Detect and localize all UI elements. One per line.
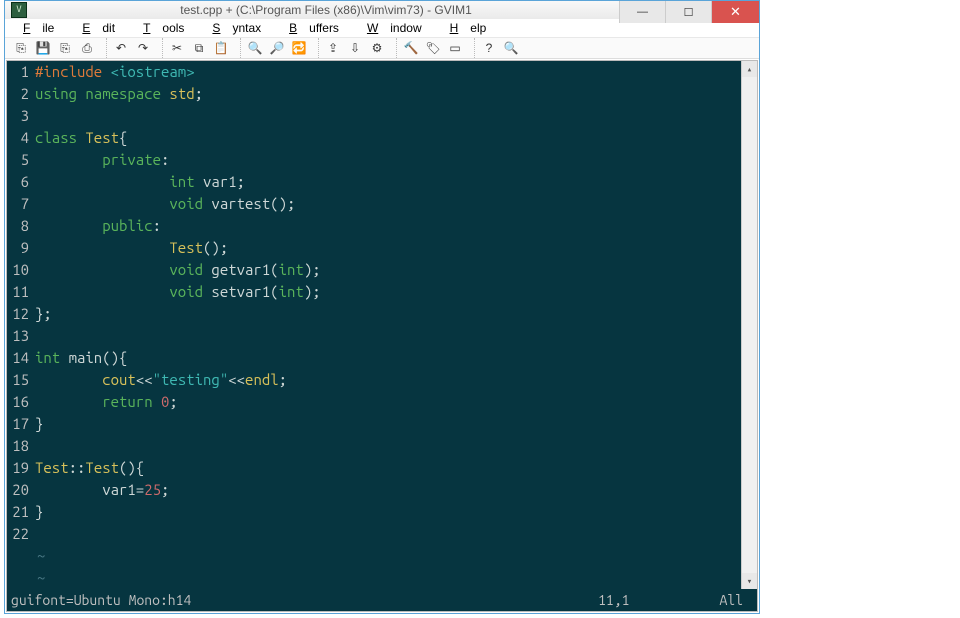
paste-icon[interactable]: 📋	[211, 38, 231, 58]
open-icon[interactable]: ⎘	[11, 38, 31, 58]
findhelp-icon[interactable]: 🔍	[501, 38, 521, 58]
toolbar-sep	[235, 38, 241, 58]
toolbar-sep	[101, 38, 107, 58]
copy-icon[interactable]: ⧉	[189, 38, 209, 58]
code-line[interactable]: private:	[35, 149, 741, 171]
maximize-button[interactable]: ☐	[665, 1, 711, 23]
code-line[interactable]: void vartest();	[35, 193, 741, 215]
menu-window[interactable]: Window	[355, 19, 434, 37]
window-controls: — ☐ ✕	[619, 1, 759, 23]
code-line[interactable]: class Test{	[35, 127, 741, 149]
code-line[interactable]: Test();	[35, 237, 741, 259]
toolbar-sep	[469, 38, 475, 58]
code-line[interactable]	[35, 435, 741, 457]
line-number: 12	[7, 303, 29, 325]
code-line[interactable]: Test::Test(){	[35, 457, 741, 479]
code-line[interactable]	[35, 325, 741, 347]
menu-tools[interactable]: Tools	[131, 19, 196, 37]
make-icon[interactable]: 🔨	[401, 38, 421, 58]
script-icon[interactable]: ⚙	[367, 38, 387, 58]
code-line[interactable]	[35, 523, 741, 545]
code-line[interactable]: return 0;	[35, 391, 741, 413]
line-number: 1	[7, 61, 29, 83]
line-number: 21	[7, 501, 29, 523]
status-position: 11,1	[598, 592, 719, 608]
scroll-down-icon[interactable]: ▾	[742, 573, 757, 589]
code-line[interactable]: int main(){	[35, 347, 741, 369]
code-line[interactable]	[35, 105, 741, 127]
code-line[interactable]: var1=25;	[35, 479, 741, 501]
minimize-button[interactable]: —	[619, 1, 665, 23]
vertical-scrollbar[interactable]: ▴ ▾	[741, 61, 757, 589]
line-number: 19	[7, 457, 29, 479]
line-number: 7	[7, 193, 29, 215]
empty-line-tilde: ~	[35, 567, 741, 589]
saveall-icon[interactable]: ⎘	[55, 38, 75, 58]
redo-icon[interactable]: ↷	[133, 38, 153, 58]
titlebar[interactable]: V test.cpp + (C:\Program Files (x86)\Vim…	[5, 1, 759, 19]
line-number: 18	[7, 435, 29, 457]
editor: 12345678910111213141516171819202122 #inc…	[6, 60, 758, 612]
save-icon[interactable]: 💾	[33, 38, 53, 58]
line-number: 10	[7, 259, 29, 281]
loadsess-icon[interactable]: ⇪	[323, 38, 343, 58]
line-number: 14	[7, 347, 29, 369]
gvim-window: V test.cpp + (C:\Program Files (x86)\Vim…	[4, 0, 760, 614]
print-icon[interactable]: ⎙	[77, 38, 97, 58]
menu-help[interactable]: Help	[438, 19, 499, 37]
line-number: 22	[7, 523, 29, 545]
status-percent: All	[719, 592, 753, 608]
line-number: 11	[7, 281, 29, 303]
code-line[interactable]: void setvar1(int);	[35, 281, 741, 303]
shell-icon[interactable]: ▭	[445, 38, 465, 58]
findnext-icon[interactable]: 🔎	[267, 38, 287, 58]
code-area[interactable]: #include <iostream>using namespace std; c…	[35, 61, 741, 589]
code-line[interactable]: }	[35, 501, 741, 523]
code-line[interactable]: };	[35, 303, 741, 325]
undo-icon[interactable]: ↶	[111, 38, 131, 58]
help-icon[interactable]: ?	[479, 38, 499, 58]
empty-line-tilde: ~	[35, 545, 741, 567]
menu-syntax[interactable]: Syntax	[200, 19, 273, 37]
app-icon: V	[11, 2, 27, 18]
toolbar-sep	[313, 38, 319, 58]
line-number: 2	[7, 83, 29, 105]
line-number: 20	[7, 479, 29, 501]
toolbar: ⎘ 💾 ⎘ ⎙ ↶ ↷ ✂ ⧉ 📋 🔍 🔎 🔁 ⇪ ⇩ ⚙ 🔨 🏷 ▭ ? 🔍	[5, 38, 759, 59]
line-number: 13	[7, 325, 29, 347]
menu-edit[interactable]: Edit	[70, 19, 127, 37]
line-number: 6	[7, 171, 29, 193]
code-line[interactable]: using namespace std;	[35, 83, 741, 105]
code-line[interactable]: }	[35, 413, 741, 435]
editor-body[interactable]: 12345678910111213141516171819202122 #inc…	[7, 61, 757, 589]
tag-icon[interactable]: 🏷	[423, 38, 443, 58]
line-number: 8	[7, 215, 29, 237]
statusbar: guifont=Ubuntu Mono:h14 11,1 All	[7, 589, 757, 611]
cut-icon[interactable]: ✂	[167, 38, 187, 58]
line-number: 15	[7, 369, 29, 391]
code-line[interactable]: public:	[35, 215, 741, 237]
toolbar-sep	[157, 38, 163, 58]
replace-icon[interactable]: 🔁	[289, 38, 309, 58]
savesess-icon[interactable]: ⇩	[345, 38, 365, 58]
code-line[interactable]: void getvar1(int);	[35, 259, 741, 281]
code-line[interactable]: cout<<"testing"<<endl;	[35, 369, 741, 391]
line-number: 3	[7, 105, 29, 127]
code-line[interactable]: int var1;	[35, 171, 741, 193]
line-number: 4	[7, 127, 29, 149]
line-number: 5	[7, 149, 29, 171]
scroll-up-icon[interactable]: ▴	[742, 61, 757, 77]
toolbar-sep	[391, 38, 397, 58]
line-number: 9	[7, 237, 29, 259]
line-number-gutter: 12345678910111213141516171819202122	[7, 61, 35, 589]
line-number: 16	[7, 391, 29, 413]
status-command: guifont=Ubuntu Mono:h14	[11, 592, 191, 608]
menu-file[interactable]: File	[11, 19, 66, 37]
find-icon[interactable]: 🔍	[245, 38, 265, 58]
menu-buffers[interactable]: Buffers	[277, 19, 351, 37]
close-button[interactable]: ✕	[711, 1, 759, 23]
code-line[interactable]: #include <iostream>	[35, 61, 741, 83]
line-number: 17	[7, 413, 29, 435]
